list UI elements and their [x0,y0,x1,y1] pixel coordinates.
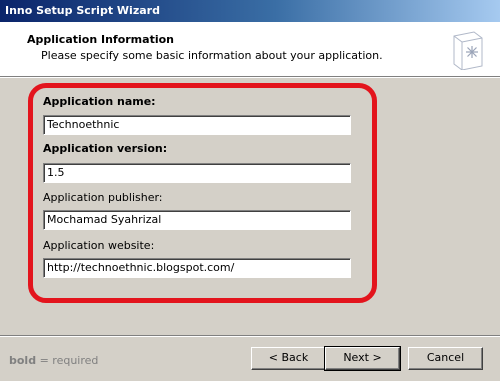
cancel-button[interactable]: Cancel [408,347,483,370]
back-button[interactable]: < Back [251,347,326,370]
app-name-input[interactable]: Technoethnic [43,115,351,135]
app-website-label: Application website: [43,239,155,252]
app-website-input[interactable]: http://technoethnic.blogspot.com/ [43,258,351,278]
required-note-text: = required [36,354,99,367]
app-version-label: Application version: [43,142,168,155]
page-description: Please specify some basic information ab… [41,49,383,62]
footer-divider-highlight [0,336,500,337]
wizard-header: Application Information Please specify s… [0,22,500,77]
next-button[interactable]: Next > [324,346,401,371]
app-publisher-label: Application publisher: [43,191,163,204]
app-version-input[interactable]: 1.5 [43,163,351,183]
app-publisher-input[interactable]: Mochamad Syahrizal [43,210,351,230]
wizard-page-icon [453,31,483,70]
required-note: bold = required [9,354,98,367]
wizard-window: Inno Setup Script Wizard Application Inf… [0,0,500,381]
required-note-bold: bold [9,354,37,367]
page-title: Application Information [27,33,174,46]
header-divider [0,77,500,78]
window-title: Inno Setup Script Wizard [5,4,160,17]
title-bar[interactable]: Inno Setup Script Wizard [0,0,500,22]
app-name-label: Application name: [43,95,156,108]
